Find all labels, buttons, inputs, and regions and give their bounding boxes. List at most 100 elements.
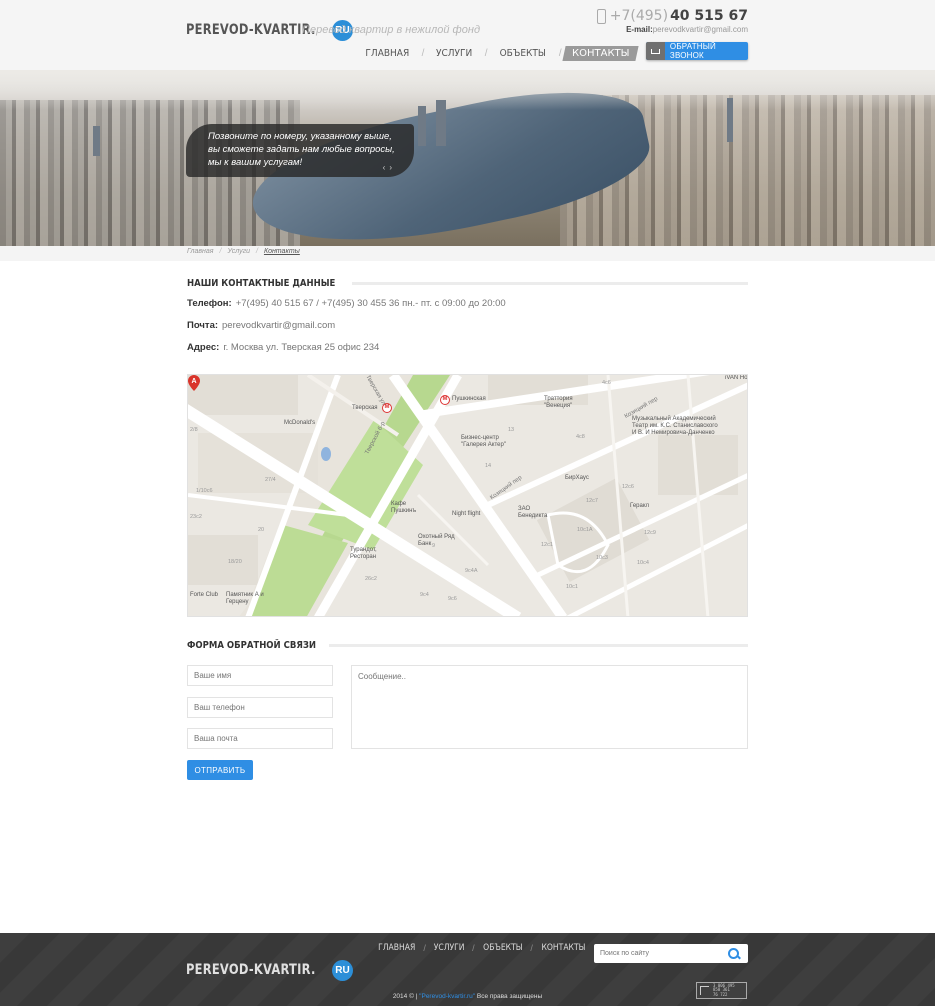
nav-separator: / <box>421 48 425 59</box>
map-number: 10с4 <box>637 560 649 566</box>
footer-logo[interactable]: PEREVOD-KVARTIR. RU <box>186 959 353 981</box>
hero-caption: Позвоните по номеру, указанному выше, вы… <box>186 124 414 177</box>
site-footer: ГЛАВНАЯ / УСЛУГИ / ОБЪЕКТЫ / КОНТАКТЫ PE… <box>0 933 935 1006</box>
map-number: 13 <box>508 427 515 433</box>
map-label-night-flight: Night flight <box>452 511 481 517</box>
breadcrumb-services[interactable]: Услуги <box>227 248 250 255</box>
callback-button[interactable]: ОБРАТНЫЙ ЗВОНОК <box>646 42 748 60</box>
map-number: 18/20 <box>228 559 242 565</box>
map-number: 12с9 <box>644 530 656 536</box>
email-value[interactable]: perevodkvartir@gmail.com <box>653 25 748 34</box>
map-number: 1/10с6 <box>196 488 213 494</box>
copyright-suffix: Все права защищены <box>475 993 543 1000</box>
search-icon[interactable] <box>728 947 740 960</box>
map-label-theatre: Музыкальный Академический Театр им. К.С.… <box>632 416 718 436</box>
contact-phone-row: Телефон: +7(495) 40 515 67 / +7(495) 30 4… <box>187 298 506 309</box>
breadcrumb-home[interactable]: Главная <box>187 248 213 255</box>
map-label-ivan: iVAN Ho <box>725 375 748 381</box>
footer-nav-home[interactable]: ГЛАВНАЯ <box>373 943 421 953</box>
contacts-section-title: НАШИ КОНТАКТНЫЕ ДАННЫЕ <box>187 276 748 290</box>
contact-address-label: Адрес: <box>187 342 220 353</box>
hero-banner <box>0 70 935 246</box>
map-number: 27/4 <box>265 477 276 483</box>
form-title: ФОРМА ОБРАТНОЙ СВЯЗИ <box>187 639 317 651</box>
breadcrumb-separator: / <box>255 248 258 255</box>
map-marker-letter: A <box>191 378 196 385</box>
location-map[interactable]: Тверская M M Пушкинская McDonald's Тратт… <box>187 374 748 617</box>
map-number: 4с8 <box>576 434 585 440</box>
footer-nav-separator: / <box>530 943 533 953</box>
copyright-prefix: 2014 © | <box>392 993 420 1000</box>
footer-nav-contacts[interactable]: КОНТАКТЫ <box>536 943 591 953</box>
nav-separator: / <box>558 48 562 59</box>
footer-nav-services[interactable]: УСЛУГИ <box>428 943 470 953</box>
email-label: E-mail: <box>626 25 653 34</box>
message-field[interactable] <box>351 665 748 749</box>
map-label-okhotny: Охотный Ряд Банк <box>418 534 455 547</box>
title-rule <box>328 643 748 647</box>
map-number: 12с7 <box>586 498 598 504</box>
nav-item-contacts[interactable]: КОНТАКТЫ <box>562 46 639 61</box>
counter-values: 3 006 495 858 361 76 722 <box>713 983 735 998</box>
map-label-birhaus: БирХаус <box>565 475 589 481</box>
map-marker-icon[interactable]: A <box>188 375 200 391</box>
map-label-monument: Памятник А и Герцену <box>226 592 264 605</box>
download-icon <box>646 42 665 60</box>
nav-item-home[interactable]: ГЛАВНАЯ <box>358 46 416 61</box>
map-number: 12с1 <box>541 542 553 548</box>
nav-item-contacts-label: КОНТАКТЫ <box>571 48 630 59</box>
breadcrumb: Главная / Услуги / Контакты <box>187 248 300 255</box>
footer-nav-separator: / <box>472 943 475 953</box>
map-label-pushkinskaya: Пушкинская <box>452 396 486 402</box>
map-number: 9с6 <box>448 596 457 602</box>
phone-icon <box>596 8 606 24</box>
nav-item-objects[interactable]: ОБЪЕКТЫ <box>493 46 554 61</box>
search-input[interactable] <box>594 945 722 962</box>
contact-mail-value[interactable]: perevodkvartir@gmail.com <box>222 320 335 331</box>
counter-line: 76 722 <box>713 991 728 997</box>
map-number: 9с4 <box>420 592 429 598</box>
map-number: 26с2 <box>365 576 377 582</box>
map-label-cafe-pushkin: Кафе Пушкинъ <box>391 501 417 514</box>
map-number: 9 <box>432 543 436 549</box>
email-field[interactable] <box>187 728 333 749</box>
logo-text: PEREVOD-KVARTIR. <box>186 22 316 38</box>
header-email: E-mail:perevodkvartir@gmail.com <box>597 25 748 34</box>
phone-field[interactable] <box>187 697 333 718</box>
main-nav: ГЛАВНАЯ / УСЛУГИ / ОБЪЕКТЫ / КОНТАКТЫ <box>355 46 639 61</box>
map-label-venedikta: ЗАО Бенедикта <box>518 506 548 519</box>
contacts-title: НАШИ КОНТАКТНЫЕ ДАННЫЕ <box>187 277 336 289</box>
map-label-tverskaya: Тверская <box>352 405 378 411</box>
map-label-forte: Forte Club <box>190 592 219 598</box>
map-number: 2/8 <box>190 427 198 433</box>
copyright-link[interactable]: "Perevod-kvartir.ru" <box>419 993 475 1000</box>
map-label-actor: Бизнес-центр "Галерея Актер" <box>461 435 506 448</box>
hero-caption-text: Позвоните по номеру, указанному выше, вы… <box>208 131 395 168</box>
map-label-gerakl: Геракл <box>630 503 650 509</box>
map-number: 23с2 <box>190 514 202 520</box>
hero-tower <box>727 98 733 142</box>
footer-nav-separator: / <box>423 943 426 953</box>
counter-logo-icon <box>700 986 709 995</box>
slider-prev-icon[interactable]: ‹ <box>383 163 386 172</box>
breadcrumb-separator: / <box>219 248 222 255</box>
footer-nav-objects[interactable]: ОБЪЕКТЫ <box>477 943 527 953</box>
slider-next-icon[interactable]: › <box>389 163 392 172</box>
hero-haze <box>0 70 935 110</box>
hero-tower <box>418 106 426 146</box>
breadcrumb-current: Контакты <box>263 248 300 255</box>
name-field[interactable] <box>187 665 333 686</box>
map-number: 14 <box>485 463 492 469</box>
contact-address-row: Адрес: г. Москва ул. Тверская 25 офис 234 <box>187 342 379 353</box>
map-number: 10с3 <box>596 555 608 561</box>
visit-counter[interactable]: 3 006 495 858 361 76 722 <box>696 982 747 999</box>
map-number: 12с6 <box>622 484 634 490</box>
footer-logo-badge: RU <box>332 959 353 981</box>
site-header: PEREVOD-KVARTIR. RU Перевод квартир в не… <box>0 0 935 70</box>
submit-button[interactable]: ОТПРАВИТЬ <box>187 760 253 780</box>
hero-tower <box>93 126 100 156</box>
breadcrumb-bar: Главная / Услуги / Контакты <box>0 246 935 261</box>
metro-icon: M <box>440 395 450 405</box>
nav-item-services[interactable]: УСЛУГИ <box>429 46 480 61</box>
contact-mail-label: Почта: <box>187 320 219 331</box>
